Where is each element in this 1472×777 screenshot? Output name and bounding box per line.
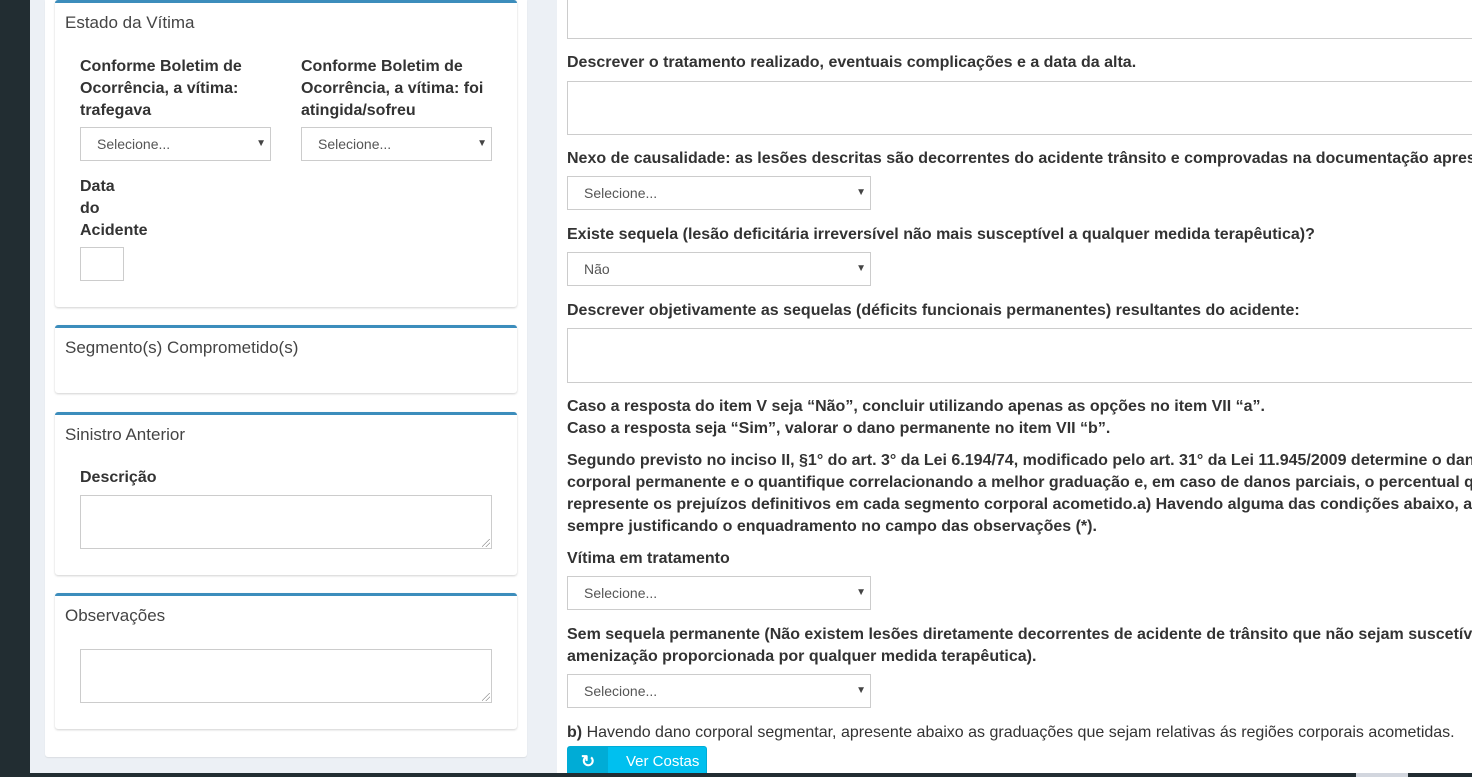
- segmentar-text: Havendo dano corporal segmentar, apresen…: [586, 724, 1455, 741]
- chevron-down-icon: ▼: [856, 587, 866, 598]
- descrever-sequelas-textarea[interactable]: [567, 328, 1472, 383]
- vitima-tratamento-label: Vítima em tratamento: [567, 550, 730, 567]
- lei-paragraph-line-2: corporal permanente e o quantifique corr…: [567, 474, 1472, 491]
- descrever-sequelas-label: Descrever objetivamente as sequelas (déf…: [567, 302, 1300, 319]
- sinistro-anterior-title: Sinistro Anterior: [65, 425, 185, 444]
- observacoes-title: Observações: [65, 606, 166, 625]
- data-acidente-label-3: Acidente: [80, 222, 148, 239]
- sem-sequela-select[interactable]: Selecione... ▼: [567, 674, 871, 708]
- observacoes-box: Observações: [55, 593, 517, 729]
- chevron-down-icon: ▼: [477, 138, 487, 149]
- nexo-select[interactable]: Selecione... ▼: [567, 176, 871, 210]
- previous-textarea[interactable]: [567, 0, 1472, 39]
- observacoes-textarea[interactable]: [80, 649, 492, 703]
- descricao-textarea[interactable]: [80, 495, 492, 549]
- lei-paragraph-line-4: sempre justificando o enquadramento no c…: [567, 518, 1097, 535]
- vitima-tratamento-select-value: Selecione...: [584, 585, 658, 601]
- sem-sequela-label-line-2: amenização proporcionada por qualquer me…: [567, 648, 1037, 665]
- descricao-label: Descrição: [80, 469, 157, 486]
- chevron-down-icon: ▼: [856, 263, 866, 274]
- segmentar-prefix: b): [567, 724, 583, 741]
- segmentar-instruction: b) Havendo dano corporal segmentar, apre…: [567, 722, 1455, 744]
- nexo-label: Nexo de causalidade: as lesões descritas…: [567, 150, 1472, 167]
- vitima-tratamento-select[interactable]: Selecione... ▼: [567, 576, 871, 610]
- instruction-line-1: Caso a resposta do item V seja “Não”, co…: [567, 398, 1265, 415]
- instruction-line-2: Caso a resposta seja “Sim”, valorar o da…: [567, 420, 1111, 437]
- sinistro-anterior-box: Sinistro Anterior Descrição: [55, 412, 517, 575]
- data-acidente-label-1: Data: [80, 178, 115, 195]
- estado-vitima-title: Estado da Vítima: [65, 13, 195, 32]
- trafegava-select-value: Selecione...: [97, 136, 171, 152]
- tratamento-textarea[interactable]: [567, 81, 1472, 135]
- segmentos-title: Segmento(s) Comprometido(s): [65, 338, 299, 357]
- data-acidente-label-2: do: [80, 200, 100, 217]
- atingida-select-value: Selecione...: [318, 136, 392, 152]
- left-column: Estado da Vítima Conforme Boletim de Oco…: [45, 0, 527, 757]
- sem-sequela-label-line-1: Sem sequela permanente (Não existem lesõ…: [567, 626, 1472, 643]
- lei-paragraph-line-1: Segundo previsto no inciso II, §1° do ar…: [567, 452, 1472, 469]
- resize-grip-icon[interactable]: [482, 693, 490, 701]
- sequela-select-value: Não: [584, 261, 610, 277]
- chevron-down-icon: ▼: [856, 187, 866, 198]
- chevron-down-icon: ▼: [256, 138, 266, 149]
- sequela-label: Existe sequela (lesão deficitária irreve…: [567, 226, 1315, 243]
- lei-paragraph-line-3: represente os prejuízos definitivos em c…: [567, 496, 1472, 513]
- bottom-strip: [30, 773, 1472, 777]
- sequela-select[interactable]: Não ▼: [567, 252, 871, 286]
- atingida-label: Conforme Boletim de Ocorrência, a vítima…: [301, 58, 484, 119]
- estado-vitima-box: Estado da Vítima Conforme Boletim de Oco…: [55, 0, 517, 307]
- main-form: Descrever o tratamento realizado, eventu…: [557, 0, 1472, 773]
- trafegava-select[interactable]: Selecione... ▼: [80, 127, 271, 161]
- trafegava-label: Conforme Boletim de Ocorrência, a vítima…: [80, 58, 242, 119]
- nexo-select-value: Selecione...: [584, 185, 658, 201]
- refresh-icon: ↻: [568, 747, 608, 773]
- ver-costas-button[interactable]: ↻ Ver Costas: [567, 746, 707, 773]
- sem-sequela-select-value: Selecione...: [584, 683, 658, 699]
- atingida-select[interactable]: Selecione... ▼: [301, 127, 492, 161]
- segmentos-box: Segmento(s) Comprometido(s): [55, 325, 517, 393]
- tratamento-label: Descrever o tratamento realizado, eventu…: [567, 54, 1137, 71]
- resize-grip-icon[interactable]: [482, 539, 490, 547]
- chevron-down-icon: ▼: [856, 685, 866, 696]
- app-sidebar: [0, 0, 30, 777]
- scroll-nub: [1356, 773, 1408, 777]
- ver-costas-label: Ver Costas: [626, 753, 700, 770]
- data-acidente-input[interactable]: [80, 247, 124, 281]
